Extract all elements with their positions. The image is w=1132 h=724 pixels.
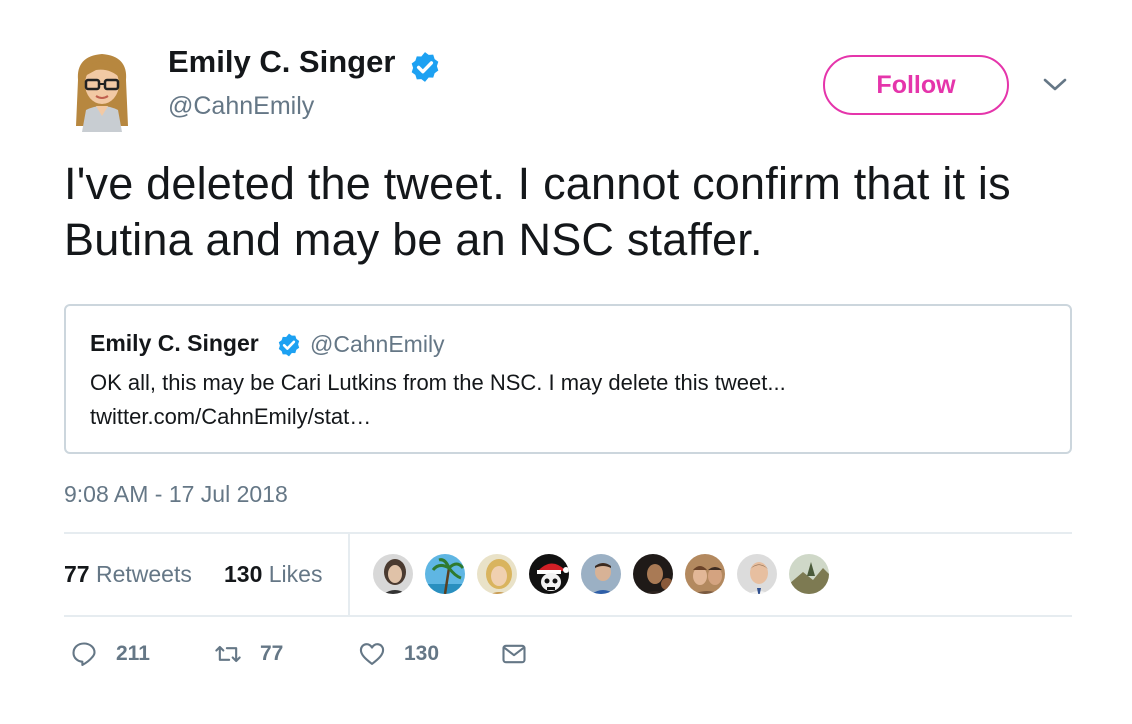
likes-count: 130 <box>224 561 263 587</box>
like-button[interactable]: 130 <box>358 640 439 668</box>
reply-button[interactable]: 211 <box>70 640 150 668</box>
quoted-tweet-card[interactable]: Emily C. Singer @CahnEmily OK all, this … <box>64 304 1072 454</box>
verified-badge-icon <box>408 50 442 84</box>
author-name[interactable]: Emily C. Singer <box>168 44 395 80</box>
verified-badge-icon <box>276 332 302 358</box>
likes-stat[interactable]: 130 Likes <box>224 561 322 588</box>
quoted-author-handle: @CahnEmily <box>310 331 445 357</box>
retweet-icon <box>215 645 241 663</box>
author-handle[interactable]: @CahnEmily <box>168 92 314 121</box>
landscape-avatar[interactable] <box>787 552 831 596</box>
woman-portrait-avatar[interactable] <box>371 552 415 596</box>
reply-icon <box>72 642 96 667</box>
retweets-label: Retweets <box>95 561 192 587</box>
divider <box>64 532 1072 534</box>
couple-avatar[interactable] <box>683 552 727 596</box>
stats-divider <box>348 533 350 615</box>
like-icon <box>359 643 385 665</box>
reply-count: 211 <box>116 642 150 665</box>
retweets-count: 77 <box>64 561 90 587</box>
blonde-woman-avatar[interactable] <box>475 552 519 596</box>
divider <box>64 615 1072 617</box>
man-blue-shirt-avatar[interactable] <box>579 552 623 596</box>
like-count: 130 <box>404 642 440 665</box>
liker-avatars <box>371 552 839 596</box>
quoted-author-name: Emily C. Singer <box>90 330 259 356</box>
tweet-text: I've deleted the tweet. I cannot confirm… <box>64 158 1011 265</box>
bald-man-avatar[interactable] <box>735 552 779 596</box>
direct-message-button[interactable] <box>500 640 528 668</box>
likes-label: Likes <box>268 561 323 587</box>
quoted-tweet-text: OK all, this may be Cari Lutkins from th… <box>90 370 786 395</box>
tweet-timestamp[interactable]: 9:08 AM - 17 Jul 2018 <box>64 481 288 508</box>
chevron-down-icon[interactable] <box>1040 74 1070 96</box>
dark-portrait-avatar[interactable] <box>631 552 675 596</box>
retweets-stat[interactable]: 77 Retweets <box>64 561 192 588</box>
retweet-count: 77 <box>260 642 284 665</box>
retweet-button[interactable]: 77 <box>214 640 283 668</box>
follow-button[interactable]: Follow <box>823 55 1009 115</box>
author-avatar[interactable] <box>66 50 138 132</box>
direct-message-icon <box>502 644 526 664</box>
palm-beach-avatar[interactable] <box>423 552 467 596</box>
santa-skull-avatar[interactable] <box>527 552 571 596</box>
quoted-tweet-link[interactable]: twitter.com/CahnEmily/stat… <box>90 404 371 430</box>
